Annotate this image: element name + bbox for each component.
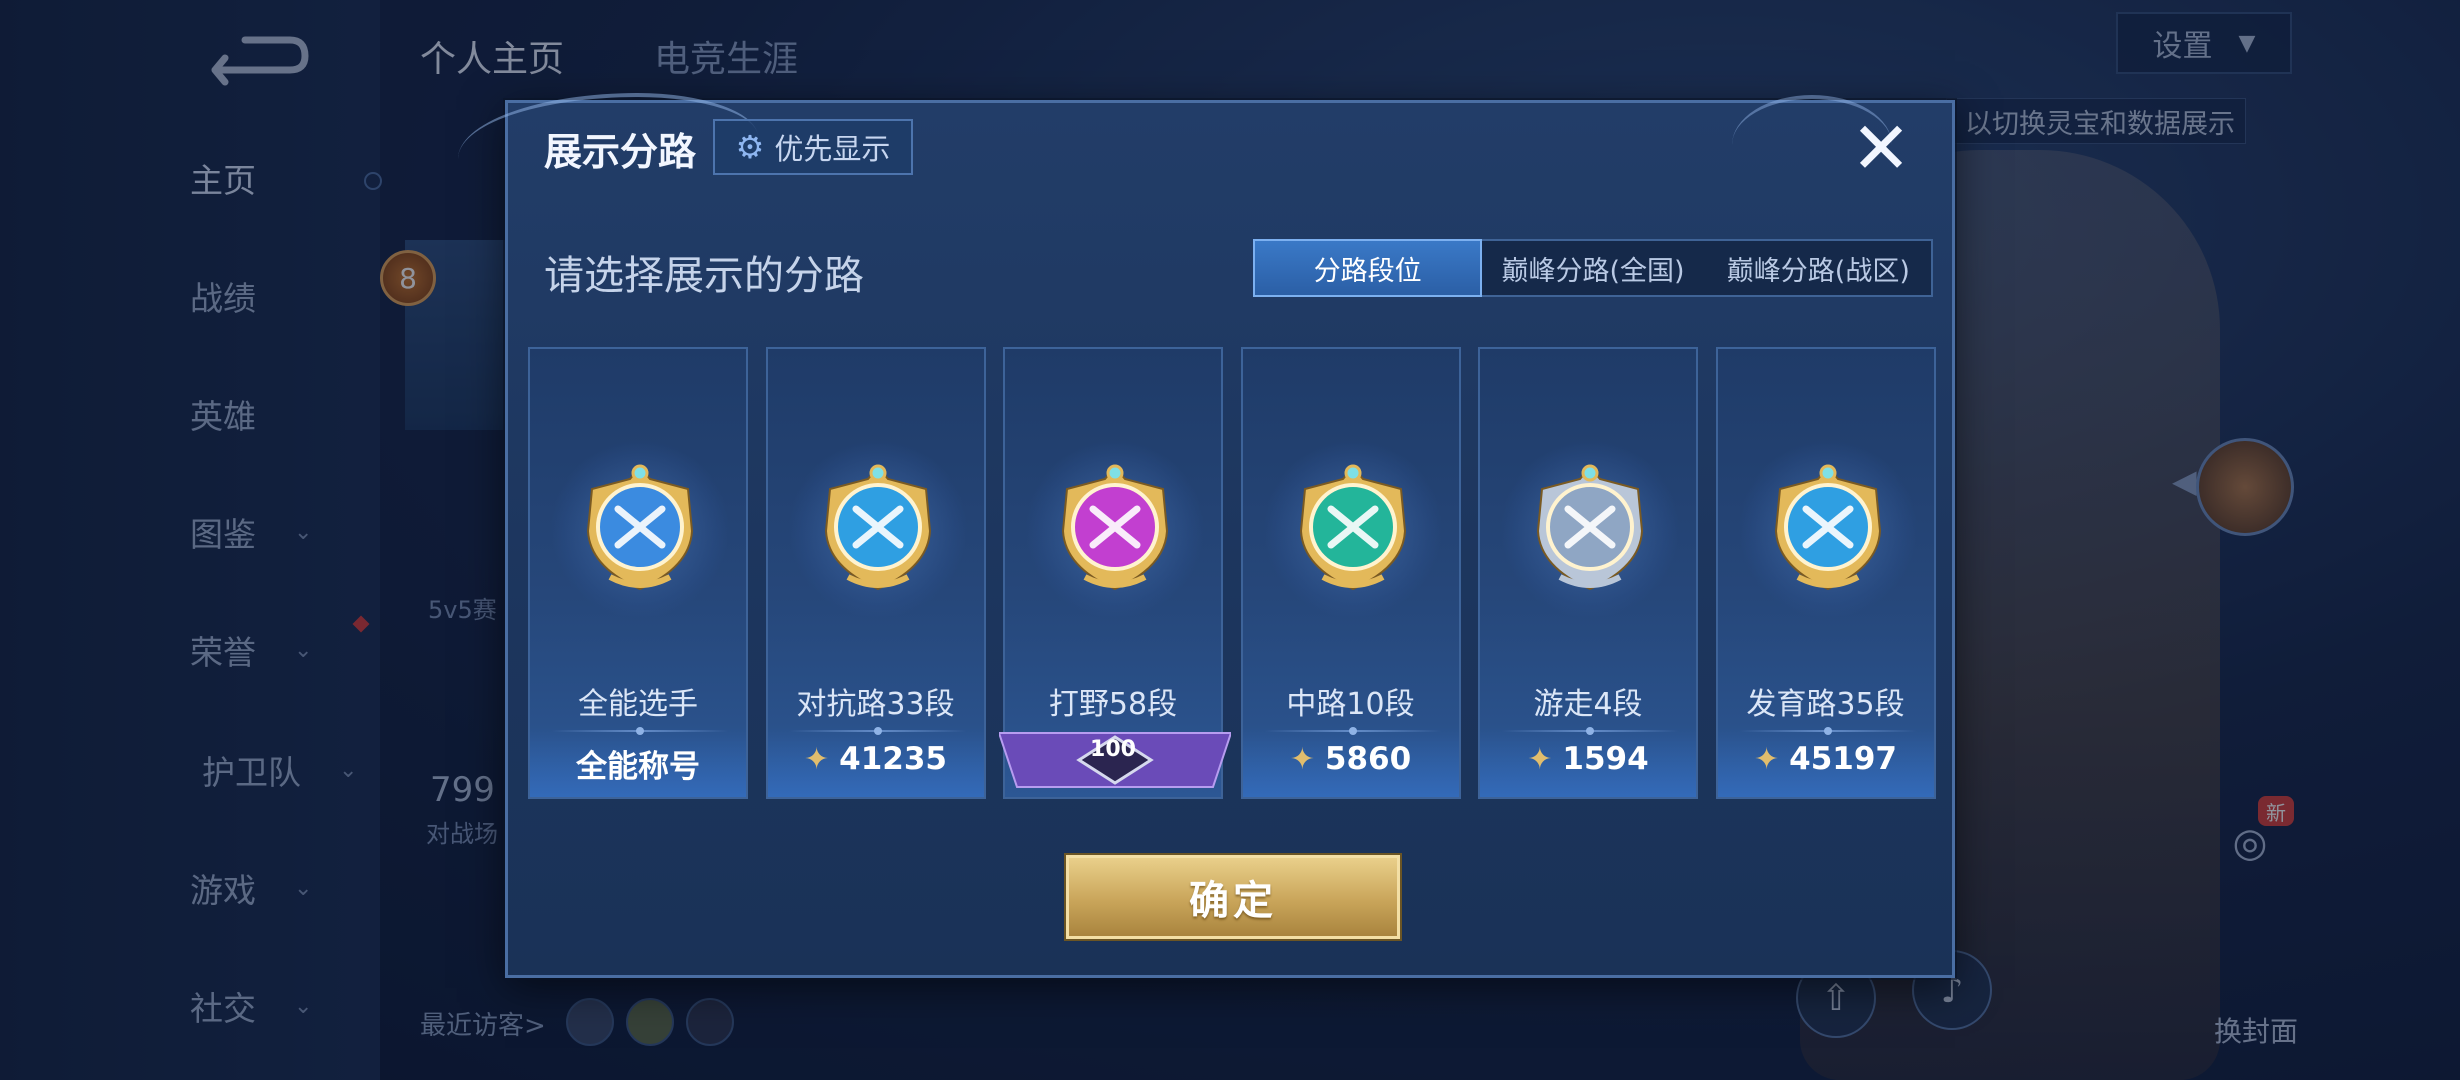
lane-label: 全能选手 [578, 687, 698, 722]
jungle-emblem-icon [1061, 464, 1169, 591]
lane-label: 打野58段 [1048, 687, 1178, 722]
peak-points-icon: ✦ [1527, 741, 1553, 777]
dialog-prompt: 请选择展示的分路 [544, 253, 864, 299]
lane-value-text: 45197 [1789, 741, 1897, 777]
lane-label: 中路10段 [1286, 687, 1415, 722]
lane-value-text: 全能称号 [576, 749, 700, 785]
divider [1739, 727, 1916, 735]
farm-lane-emblem-icon [1774, 464, 1881, 591]
divider [789, 727, 966, 735]
lane-label: 发育路35段 [1746, 687, 1905, 722]
priority-display-label: 优先显示 [774, 132, 891, 166]
roam-emblem-icon [1536, 464, 1644, 591]
divider [1502, 727, 1678, 735]
lane-card[interactable]: 中路10段 ✦ 5860 [1240, 347, 1461, 799]
divider [1264, 727, 1441, 735]
gear-icon: ⚙ [735, 128, 765, 166]
lane-card[interactable]: 游走4段 ✦ 1594 [1478, 347, 1698, 799]
lane-type-tabs: 分路段位 巅峰分路(全国) 巅峰分路(战区) [1253, 239, 1933, 297]
mid-lane-emblem-icon [1299, 464, 1406, 591]
lane-value-text: 41235 [839, 741, 947, 777]
close-icon[interactable]: ✕ [1846, 112, 1916, 184]
clash-lane-emblem-icon [824, 464, 931, 591]
lane-display-dialog: 展示分路 ⚙ 优先显示 ✕ 请选择展示的分路 分路段位 巅峰分路(全国) 巅峰分… [458, 93, 1955, 978]
lane-card[interactable]: 全能选手 全能称号 [528, 347, 748, 799]
tab-peak-lane-region[interactable]: 巅峰分路(战区) [1706, 241, 1931, 295]
lane-label: 游走4段 [1533, 687, 1643, 722]
dialog-title: 展示分路 [544, 130, 697, 174]
lane-value: ✦ 1594 [1480, 741, 1696, 777]
peak-points-icon: ✦ [1754, 741, 1780, 777]
all-round-emblem-icon [586, 464, 694, 591]
tab-peak-lane-national[interactable]: 巅峰分路(全国) [1480, 241, 1705, 295]
confirm-button[interactable]: 确定 [1066, 855, 1400, 939]
lane-card-list: 全能选手 全能称号 对抗路33段 ✦ 41235 打野58段 100 中路10段 ✦ 5860 游走… [528, 347, 1938, 799]
divider [552, 727, 728, 735]
lane-value-text: 5860 [1324, 741, 1412, 777]
tab-lane-rank[interactable]: 分路段位 [1253, 239, 1483, 297]
lane-value-text: 1594 [1562, 741, 1649, 777]
priority-display-button[interactable]: ⚙ 优先显示 [713, 119, 913, 175]
lane-label: 对抗路33段 [796, 687, 955, 722]
peak-points-icon: ✦ [1289, 741, 1315, 777]
peak-points-icon: ✦ [804, 741, 830, 777]
lane-value: ✦ 41235 [768, 741, 984, 777]
lane-card[interactable]: 对抗路33段 ✦ 41235 [765, 347, 986, 799]
lane-card[interactable]: 发育路35段 ✦ 45197 [1715, 347, 1936, 799]
lane-card[interactable]: 打野58段 100 [999, 347, 1231, 799]
lane-value: ✦ 45197 [1718, 741, 1934, 777]
lane-value: 全能称号 [530, 741, 746, 786]
lane-value: ✦ 5860 [1243, 741, 1459, 777]
rank-star-count: 100 [1090, 737, 1136, 762]
